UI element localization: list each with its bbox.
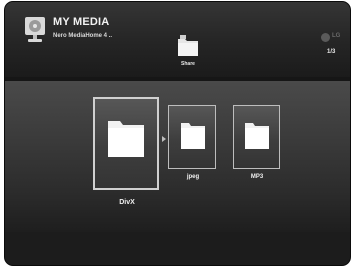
footer-bar xyxy=(5,232,350,265)
media-screen: MY MEDIA Nero MediaHome 4 .. Share LG 1/… xyxy=(4,1,351,266)
arrow-right-icon xyxy=(162,136,166,142)
media-server-icon xyxy=(25,17,45,42)
header-bar: MY MEDIA Nero MediaHome 4 .. Share LG 1/… xyxy=(5,2,350,77)
folder-label: MP3 xyxy=(250,174,264,180)
share-label[interactable]: Share xyxy=(175,61,201,67)
folder-tile-divx[interactable]: DivX xyxy=(93,97,159,206)
folder-icon xyxy=(181,123,205,149)
folder-label: DivX xyxy=(119,199,135,206)
brand-label: LG xyxy=(332,33,341,39)
folder-label: jpeg xyxy=(186,174,200,180)
folder-tile-jpeg[interactable]: jpeg xyxy=(168,105,216,180)
server-name: Nero MediaHome 4 .. xyxy=(53,33,113,39)
page-title: MY MEDIA xyxy=(53,16,110,28)
folder-icon xyxy=(108,121,144,157)
folder-icon xyxy=(245,123,269,149)
page-counter: 1/3 xyxy=(327,49,336,55)
lg-logo-icon xyxy=(321,33,330,42)
folder-tile-mp3[interactable]: MP3 xyxy=(233,105,280,180)
share-folder-icon[interactable] xyxy=(177,34,199,58)
